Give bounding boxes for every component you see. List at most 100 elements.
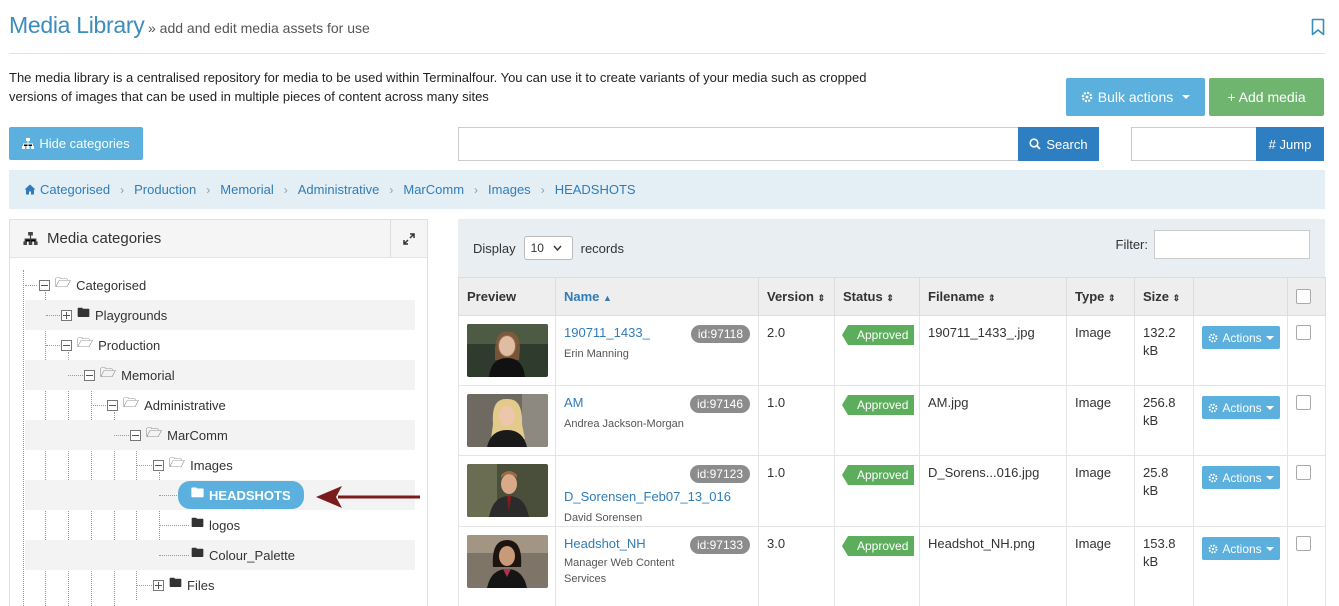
expand-icon[interactable] <box>61 309 72 321</box>
breadcrumb-headshots[interactable]: HEADSHOTS <box>555 182 636 197</box>
type-cell: Image <box>1066 455 1135 527</box>
column-select-all[interactable] <box>1287 277 1326 316</box>
row-actions-label: Actions <box>1222 470 1262 485</box>
breadcrumb-production[interactable]: Production <box>134 182 196 197</box>
breadcrumb-categorised[interactable]: Categorised <box>24 182 110 197</box>
row-checkbox[interactable] <box>1296 325 1311 340</box>
gear-icon <box>1208 544 1218 553</box>
tree-node-label: Playgrounds <box>95 307 168 323</box>
row-actions-button[interactable]: Actions <box>1202 326 1280 349</box>
tree-node-marcomm[interactable]: 🗁 MarComm <box>130 424 228 446</box>
version-cell: 2.0 <box>758 315 835 386</box>
column-type[interactable]: Type ⇕ <box>1066 277 1135 316</box>
thumbnail-image[interactable] <box>467 394 548 447</box>
tree-node-administrative[interactable]: 🗁 Administrative <box>107 394 226 416</box>
id-badge: id:97146 <box>689 395 750 413</box>
tree-node-label: logos <box>209 517 241 533</box>
tree-node-memorial[interactable]: 🗁 Memorial <box>84 364 175 386</box>
id-badge: id:97118 <box>690 325 750 343</box>
version-cell: 3.0 <box>758 526 835 606</box>
filter-input[interactable] <box>1154 230 1310 259</box>
column-status[interactable]: Status ⇕ <box>834 277 920 316</box>
column-filename[interactable]: Filename ⇕ <box>919 277 1067 316</box>
tree-node-logos[interactable]: 🖿 logos <box>191 514 240 536</box>
breadcrumb-images[interactable]: Images <box>488 182 531 197</box>
status-badge: Approved <box>841 325 915 345</box>
bulk-actions-button[interactable]: Bulk actions <box>1066 78 1205 116</box>
tree-node-label: Files <box>187 577 215 593</box>
type-cell: Image <box>1066 385 1135 456</box>
sort-icon: ⇕ <box>1172 293 1181 303</box>
tree-node-label: Colour_Palette <box>209 547 296 563</box>
thumbnail-image[interactable] <box>467 464 548 517</box>
tree-node-label: Administrative <box>144 397 226 413</box>
tree-row: 🗁 Administrative <box>25 390 415 420</box>
id-badge: id:97123 <box>689 465 750 483</box>
media-name-link[interactable]: AM <box>564 395 584 410</box>
media-author: Manager Web Content Services <box>564 557 675 585</box>
row-actions-button[interactable]: Actions <box>1202 466 1280 489</box>
status-cell: Approved <box>834 315 920 386</box>
row-actions-button[interactable]: Actions <box>1202 537 1280 560</box>
media-author: David Sorensen <box>564 512 643 524</box>
breadcrumb-administrative[interactable]: Administrative <box>298 182 380 197</box>
select-all-checkbox[interactable] <box>1296 289 1311 304</box>
breadcrumb-marcomm[interactable]: MarComm <box>403 182 464 197</box>
type-cell: Image <box>1066 315 1135 386</box>
tree-node-categorised[interactable]: 🗁 Categorised <box>39 274 146 296</box>
jump-button[interactable]: # Jump <box>1256 127 1324 161</box>
breadcrumb-memorial[interactable]: Memorial <box>220 182 273 197</box>
actions-cell: Actions <box>1193 385 1288 456</box>
breadcrumb-separator: › <box>389 182 394 197</box>
tree-node-label: HEADSHOTS <box>209 487 291 503</box>
thumbnail-image[interactable] <box>467 324 548 377</box>
search-input[interactable] <box>458 127 1019 161</box>
row-checkbox[interactable] <box>1296 536 1311 551</box>
collapse-icon[interactable] <box>39 279 50 291</box>
thumbnail-image[interactable] <box>467 535 548 588</box>
add-media-button[interactable]: + Add media <box>1209 78 1324 116</box>
column-version[interactable]: Version ⇕ <box>758 277 835 316</box>
column-name[interactable]: Name ▲ <box>555 277 759 316</box>
jump-input[interactable] <box>1131 127 1257 161</box>
tree-node-images[interactable]: 🗁 Images <box>153 454 233 476</box>
row-actions-button[interactable]: Actions <box>1202 396 1280 419</box>
hide-categories-button[interactable]: Hide categories <box>9 127 143 160</box>
actions-cell: Actions <box>1193 455 1288 527</box>
hide-categories-label: Hide categories <box>39 136 130 151</box>
tree-node-playgrounds[interactable]: 🖿 Playgrounds <box>61 304 167 326</box>
collapse-icon[interactable] <box>61 339 72 351</box>
media-name-link[interactable]: Headshot_NH <box>564 536 646 551</box>
column-preview: Preview <box>458 277 556 316</box>
table-header-row: Preview Name ▲ Version ⇕ Status ⇕ Filena… <box>458 277 1326 316</box>
page-subtitle: » add and edit media assets for use <box>148 20 370 36</box>
bookmark-icon[interactable] <box>1311 18 1325 36</box>
tree-node-colour-palette[interactable]: 🖿 Colour_Palette <box>191 544 295 566</box>
media-name-link[interactable]: D_Sorensen_Feb07_13_016 <box>564 489 750 504</box>
expand-icon[interactable] <box>153 579 164 591</box>
column-size[interactable]: Size ⇕ <box>1134 277 1194 316</box>
search-button[interactable]: Search <box>1018 127 1099 161</box>
display-label: Display <box>473 240 516 256</box>
sort-icon: ⇕ <box>886 293 894 303</box>
row-checkbox[interactable] <box>1296 465 1311 480</box>
records-label: records <box>580 240 624 256</box>
selected-category[interactable]: 🖿 HEADSHOTS <box>178 481 304 509</box>
version-cell: 1.0 <box>758 385 835 456</box>
collapse-icon[interactable] <box>107 399 118 411</box>
row-checkbox[interactable] <box>1296 395 1311 410</box>
collapse-icon[interactable] <box>153 459 164 471</box>
tree-node-label: Categorised <box>76 277 147 293</box>
collapse-icon[interactable] <box>130 429 141 441</box>
tree-node-production[interactable]: 🗁 Production <box>61 334 160 356</box>
filename-cell: AM.jpg <box>919 385 1067 456</box>
tree-connector <box>46 315 60 316</box>
tree-node-files[interactable]: 🖿 Files <box>153 574 214 596</box>
records-per-page-select[interactable]: 10 <box>523 236 573 260</box>
expand-panel-button[interactable] <box>390 220 427 258</box>
media-name-link[interactable]: 190711_1433_ <box>564 325 650 340</box>
tree-node-headshots[interactable]: 🖿 HEADSHOTS <box>178 481 304 509</box>
collapse-icon[interactable] <box>84 369 95 381</box>
select-cell <box>1287 526 1326 606</box>
chevron-down-icon <box>1265 405 1274 410</box>
